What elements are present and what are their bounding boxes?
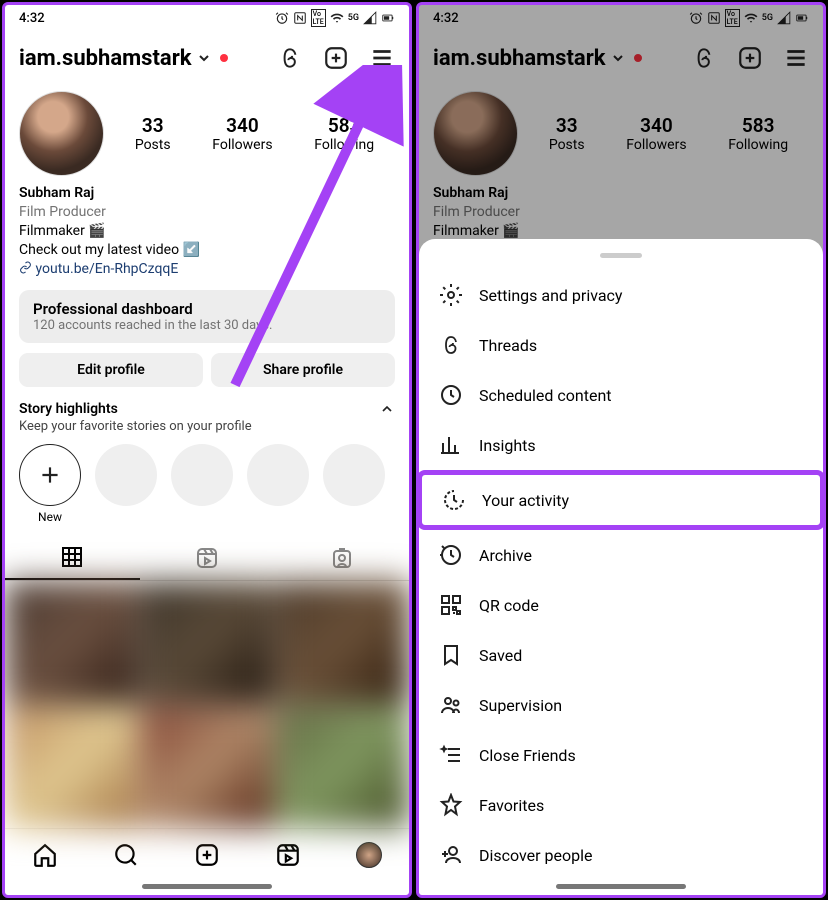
grid-tab[interactable] bbox=[5, 536, 140, 580]
nfc-icon bbox=[293, 11, 307, 25]
highlights-row: New bbox=[5, 434, 409, 530]
grid-icon bbox=[60, 545, 84, 569]
tagged-icon bbox=[330, 546, 354, 570]
gear-icon bbox=[439, 283, 463, 307]
network-label: 5G bbox=[348, 13, 359, 23]
people-icon bbox=[439, 693, 463, 717]
archive-icon bbox=[439, 543, 463, 567]
create-post-icon[interactable] bbox=[194, 842, 220, 868]
profile-nav-avatar[interactable] bbox=[356, 842, 382, 868]
status-bar: 4:32 VoLTE 5G bbox=[5, 5, 409, 31]
menu-archive[interactable]: Archive bbox=[419, 530, 823, 580]
menu-bottom-sheet: Settings and privacy Threads Scheduled c… bbox=[419, 239, 823, 895]
highlight-placeholder bbox=[323, 444, 385, 524]
tagged-tab[interactable] bbox=[274, 536, 409, 580]
volte-icon: VoLTE bbox=[311, 9, 326, 28]
chevron-up-icon bbox=[379, 401, 395, 417]
highlight-placeholder bbox=[171, 444, 233, 524]
signal-icon bbox=[363, 11, 377, 25]
battery-icon bbox=[381, 11, 395, 25]
chevron-down-icon bbox=[196, 50, 212, 66]
post-thumbnail[interactable] bbox=[276, 706, 409, 828]
menu-your-activity[interactable]: Your activity bbox=[417, 470, 825, 530]
post-thumbnail[interactable] bbox=[140, 706, 273, 828]
username-dropdown[interactable]: iam.subhamstark bbox=[19, 46, 228, 71]
reels-nav-icon[interactable] bbox=[275, 842, 301, 868]
menu-saved[interactable]: Saved bbox=[419, 630, 823, 680]
highlights-subtitle: Keep your favorite stories on your profi… bbox=[5, 419, 409, 434]
profile-tabs bbox=[5, 536, 409, 581]
phone-left: 4:32 VoLTE 5G iam.subhamstark 33P bbox=[2, 2, 412, 898]
home-icon[interactable] bbox=[32, 842, 58, 868]
sheet-handle[interactable] bbox=[600, 253, 642, 258]
post-thumbnail[interactable] bbox=[5, 706, 138, 828]
menu-scheduled[interactable]: Scheduled content bbox=[419, 370, 823, 420]
clock-icon bbox=[439, 383, 463, 407]
qr-icon bbox=[439, 593, 463, 617]
display-name: Subham Raj bbox=[19, 184, 395, 203]
menu-supervision[interactable]: Supervision bbox=[419, 680, 823, 730]
bio-line: Check out my latest video ↙️ bbox=[19, 241, 395, 260]
professional-dashboard[interactable]: Professional dashboard 120 accounts reac… bbox=[19, 290, 395, 343]
bio-line: Filmmaker 🎬 bbox=[19, 222, 395, 241]
share-profile-button[interactable]: Share profile bbox=[211, 353, 395, 387]
add-person-icon bbox=[439, 843, 463, 867]
post-thumbnail[interactable] bbox=[5, 581, 138, 703]
bookmark-icon bbox=[439, 643, 463, 667]
notification-dot bbox=[220, 54, 228, 62]
bio-link[interactable]: youtu.be/En-RhpCzqqE bbox=[19, 260, 395, 279]
following-stat[interactable]: 583Following bbox=[314, 114, 374, 153]
chart-icon bbox=[439, 433, 463, 457]
clock: 4:32 bbox=[19, 11, 45, 26]
reels-tab[interactable] bbox=[140, 536, 275, 580]
highlight-new[interactable]: New bbox=[19, 444, 81, 524]
profile-stats-row: 33Posts 340Followers 583Following bbox=[5, 85, 409, 184]
create-icon[interactable] bbox=[323, 45, 349, 71]
highlights-header[interactable]: Story highlights bbox=[5, 387, 409, 419]
posts-stat[interactable]: 33Posts bbox=[135, 114, 171, 153]
menu-close-friends[interactable]: Close Friends bbox=[419, 730, 823, 780]
alarm-icon bbox=[275, 11, 289, 25]
post-thumbnail[interactable] bbox=[276, 581, 409, 703]
list-star-icon bbox=[439, 743, 463, 767]
bottom-nav bbox=[5, 828, 409, 880]
phone-right: 4:32 VoLTE 5G iam.subhamstark bbox=[416, 2, 826, 898]
reels-icon bbox=[195, 546, 219, 570]
profile-avatar[interactable] bbox=[19, 91, 104, 176]
wifi-icon bbox=[330, 11, 344, 25]
menu-insights[interactable]: Insights bbox=[419, 420, 823, 470]
username-label: iam.subhamstark bbox=[19, 46, 192, 71]
followers-stat[interactable]: 340Followers bbox=[212, 114, 272, 153]
menu-settings[interactable]: Settings and privacy bbox=[419, 270, 823, 320]
search-icon[interactable] bbox=[113, 842, 139, 868]
menu-favorites[interactable]: Favorites bbox=[419, 780, 823, 830]
menu-discover[interactable]: Discover people bbox=[419, 830, 823, 880]
category-label: Film Producer bbox=[19, 203, 395, 222]
post-thumbnail[interactable] bbox=[140, 581, 273, 703]
threads-icon bbox=[439, 333, 463, 357]
menu-qrcode[interactable]: QR code bbox=[419, 580, 823, 630]
activity-icon bbox=[442, 488, 466, 512]
hamburger-menu-icon[interactable] bbox=[369, 45, 395, 71]
menu-threads[interactable]: Threads bbox=[419, 320, 823, 370]
highlight-placeholder bbox=[95, 444, 157, 524]
posts-grid bbox=[5, 581, 409, 828]
gesture-bar bbox=[556, 884, 686, 889]
bio-section: Subham Raj Film Producer Filmmaker 🎬 Che… bbox=[5, 184, 409, 278]
edit-profile-button[interactable]: Edit profile bbox=[19, 353, 203, 387]
gesture-bar bbox=[142, 884, 272, 889]
threads-icon[interactable] bbox=[277, 45, 303, 71]
highlight-placeholder bbox=[247, 444, 309, 524]
star-icon bbox=[439, 793, 463, 817]
profile-header: iam.subhamstark bbox=[5, 31, 409, 85]
